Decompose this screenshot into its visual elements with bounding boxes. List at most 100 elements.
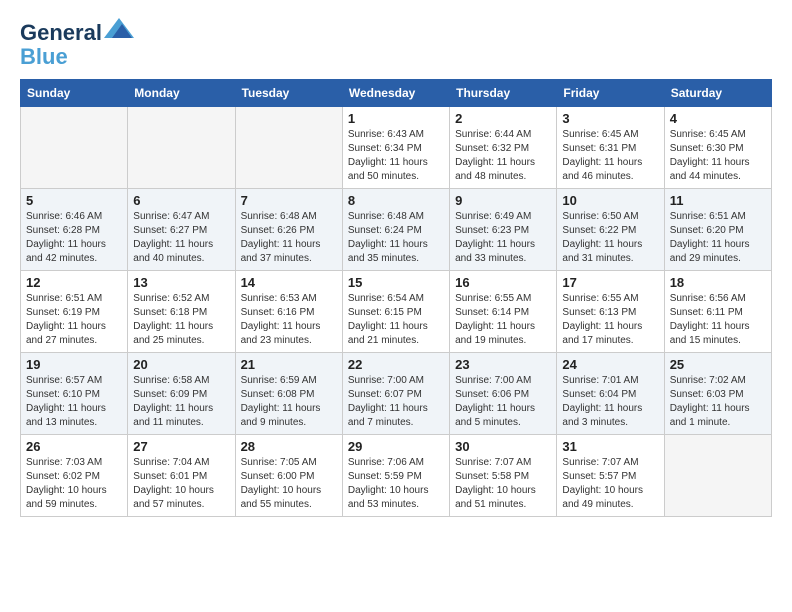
day-number: 16: [455, 275, 551, 290]
weekday-header-wednesday: Wednesday: [342, 80, 449, 107]
day-info: Sunrise: 6:45 AM Sunset: 6:31 PM Dayligh…: [562, 128, 658, 184]
calendar-cell: 22 Sunrise: 7:00 AM Sunset: 6:07 PM Dayli…: [342, 353, 449, 435]
day-info: Sunrise: 6:55 AM Sunset: 6:14 PM Dayligh…: [455, 292, 551, 348]
calendar-cell: 14 Sunrise: 6:53 AM Sunset: 6:16 PM Dayli…: [235, 271, 342, 353]
calendar-cell: 24Sunrise: 7:01 AM Sunset: 6:04 PM Dayli…: [557, 353, 664, 435]
day-number: 23: [455, 357, 551, 372]
calendar-cell: 15Sunrise: 6:54 AM Sunset: 6:15 PM Dayli…: [342, 271, 449, 353]
day-number: 8: [348, 193, 444, 208]
calendar-cell: 19 Sunrise: 6:57 AM Sunset: 6:10 PM Dayli…: [21, 353, 128, 435]
day-number: 4: [670, 111, 766, 126]
calendar-cell: 9 Sunrise: 6:49 AM Sunset: 6:23 PM Daylig…: [450, 189, 557, 271]
calendar-cell: 5 Sunrise: 6:46 AM Sunset: 6:28 PM Daylig…: [21, 189, 128, 271]
day-info: Sunrise: 6:44 AM Sunset: 6:32 PM Dayligh…: [455, 128, 551, 184]
weekday-header-thursday: Thursday: [450, 80, 557, 107]
calendar-cell: 13Sunrise: 6:52 AM Sunset: 6:18 PM Dayli…: [128, 271, 235, 353]
day-info: Sunrise: 6:55 AM Sunset: 6:13 PM Dayligh…: [562, 292, 658, 348]
calendar-cell: 7 Sunrise: 6:48 AM Sunset: 6:26 PM Daylig…: [235, 189, 342, 271]
day-number: 20: [133, 357, 229, 372]
calendar-body: 1 Sunrise: 6:43 AM Sunset: 6:34 PM Daylig…: [21, 107, 772, 517]
day-info: Sunrise: 6:46 AM Sunset: 6:28 PM Dayligh…: [26, 210, 122, 266]
day-info: Sunrise: 6:57 AM Sunset: 6:10 PM Dayligh…: [26, 374, 122, 430]
calendar-cell: 6 Sunrise: 6:47 AM Sunset: 6:27 PM Daylig…: [128, 189, 235, 271]
day-info: Sunrise: 7:05 AM Sunset: 6:00 PM Dayligh…: [241, 456, 337, 512]
calendar-cell: 3 Sunrise: 6:45 AM Sunset: 6:31 PM Daylig…: [557, 107, 664, 189]
day-info: Sunrise: 6:59 AM Sunset: 6:08 PM Dayligh…: [241, 374, 337, 430]
day-number: 3: [562, 111, 658, 126]
day-info: Sunrise: 7:03 AM Sunset: 6:02 PM Dayligh…: [26, 456, 122, 512]
day-number: 26: [26, 439, 122, 454]
calendar-cell: 25Sunrise: 7:02 AM Sunset: 6:03 PM Dayli…: [664, 353, 771, 435]
day-info: Sunrise: 6:43 AM Sunset: 6:34 PM Dayligh…: [348, 128, 444, 184]
day-number: 28: [241, 439, 337, 454]
day-number: 5: [26, 193, 122, 208]
day-info: Sunrise: 6:51 AM Sunset: 6:20 PM Dayligh…: [670, 210, 766, 266]
logo: General Blue: [20, 20, 134, 69]
calendar-cell: 28 Sunrise: 7:05 AM Sunset: 6:00 PM Dayli…: [235, 435, 342, 517]
day-number: 18: [670, 275, 766, 290]
calendar-cell: 4 Sunrise: 6:45 AM Sunset: 6:30 PM Daylig…: [664, 107, 771, 189]
day-info: Sunrise: 7:02 AM Sunset: 6:03 PM Dayligh…: [670, 374, 766, 430]
calendar-cell: 16 Sunrise: 6:55 AM Sunset: 6:14 PM Dayli…: [450, 271, 557, 353]
calendar-cell: 18 Sunrise: 6:56 AM Sunset: 6:11 PM Dayli…: [664, 271, 771, 353]
calendar-cell: 30Sunrise: 7:07 AM Sunset: 5:58 PM Dayli…: [450, 435, 557, 517]
day-number: 7: [241, 193, 337, 208]
calendar-table: SundayMondayTuesdayWednesdayThursdayFrid…: [20, 79, 772, 517]
calendar-cell: 17 Sunrise: 6:55 AM Sunset: 6:13 PM Dayli…: [557, 271, 664, 353]
page-header: General Blue: [20, 20, 772, 69]
weekday-header-monday: Monday: [128, 80, 235, 107]
calendar-week-3: 12Sunrise: 6:51 AM Sunset: 6:19 PM Dayli…: [21, 271, 772, 353]
day-info: Sunrise: 6:53 AM Sunset: 6:16 PM Dayligh…: [241, 292, 337, 348]
calendar-week-1: 1 Sunrise: 6:43 AM Sunset: 6:34 PM Daylig…: [21, 107, 772, 189]
weekday-header-friday: Friday: [557, 80, 664, 107]
calendar-cell: 10 Sunrise: 6:50 AM Sunset: 6:22 PM Dayli…: [557, 189, 664, 271]
day-number: 19: [26, 357, 122, 372]
day-info: Sunrise: 6:45 AM Sunset: 6:30 PM Dayligh…: [670, 128, 766, 184]
calendar-week-4: 19 Sunrise: 6:57 AM Sunset: 6:10 PM Dayli…: [21, 353, 772, 435]
day-number: 30: [455, 439, 551, 454]
day-info: Sunrise: 6:50 AM Sunset: 6:22 PM Dayligh…: [562, 210, 658, 266]
day-info: Sunrise: 7:07 AM Sunset: 5:57 PM Dayligh…: [562, 456, 658, 512]
day-info: Sunrise: 7:06 AM Sunset: 5:59 PM Dayligh…: [348, 456, 444, 512]
day-info: Sunrise: 7:00 AM Sunset: 6:07 PM Dayligh…: [348, 374, 444, 430]
calendar-cell: [21, 107, 128, 189]
calendar-cell: 27Sunrise: 7:04 AM Sunset: 6:01 PM Dayli…: [128, 435, 235, 517]
weekday-header-saturday: Saturday: [664, 80, 771, 107]
day-info: Sunrise: 6:47 AM Sunset: 6:27 PM Dayligh…: [133, 210, 229, 266]
day-info: Sunrise: 6:52 AM Sunset: 6:18 PM Dayligh…: [133, 292, 229, 348]
day-info: Sunrise: 6:48 AM Sunset: 6:24 PM Dayligh…: [348, 210, 444, 266]
day-number: 10: [562, 193, 658, 208]
day-number: 6: [133, 193, 229, 208]
day-number: 21: [241, 357, 337, 372]
day-number: 11: [670, 193, 766, 208]
weekday-header-tuesday: Tuesday: [235, 80, 342, 107]
weekday-header-sunday: Sunday: [21, 80, 128, 107]
day-number: 29: [348, 439, 444, 454]
day-info: Sunrise: 6:58 AM Sunset: 6:09 PM Dayligh…: [133, 374, 229, 430]
calendar-cell: [128, 107, 235, 189]
day-info: Sunrise: 7:00 AM Sunset: 6:06 PM Dayligh…: [455, 374, 551, 430]
calendar-cell: 2Sunrise: 6:44 AM Sunset: 6:32 PM Daylig…: [450, 107, 557, 189]
calendar-cell: [235, 107, 342, 189]
calendar-cell: [664, 435, 771, 517]
logo-icon: [104, 16, 134, 40]
calendar-week-5: 26 Sunrise: 7:03 AM Sunset: 6:02 PM Dayli…: [21, 435, 772, 517]
calendar-header-row: SundayMondayTuesdayWednesdayThursdayFrid…: [21, 80, 772, 107]
calendar-cell: 1 Sunrise: 6:43 AM Sunset: 6:34 PM Daylig…: [342, 107, 449, 189]
logo-text: General Blue: [20, 20, 134, 69]
day-number: 24: [562, 357, 658, 372]
calendar-cell: 11 Sunrise: 6:51 AM Sunset: 6:20 PM Dayli…: [664, 189, 771, 271]
calendar-cell: 26 Sunrise: 7:03 AM Sunset: 6:02 PM Dayli…: [21, 435, 128, 517]
day-number: 22: [348, 357, 444, 372]
day-number: 14: [241, 275, 337, 290]
day-number: 15: [348, 275, 444, 290]
day-number: 1: [348, 111, 444, 126]
day-number: 9: [455, 193, 551, 208]
day-info: Sunrise: 6:56 AM Sunset: 6:11 PM Dayligh…: [670, 292, 766, 348]
day-info: Sunrise: 7:04 AM Sunset: 6:01 PM Dayligh…: [133, 456, 229, 512]
day-info: Sunrise: 6:49 AM Sunset: 6:23 PM Dayligh…: [455, 210, 551, 266]
calendar-cell: 31Sunrise: 7:07 AM Sunset: 5:57 PM Dayli…: [557, 435, 664, 517]
day-number: 12: [26, 275, 122, 290]
day-number: 17: [562, 275, 658, 290]
day-info: Sunrise: 6:48 AM Sunset: 6:26 PM Dayligh…: [241, 210, 337, 266]
